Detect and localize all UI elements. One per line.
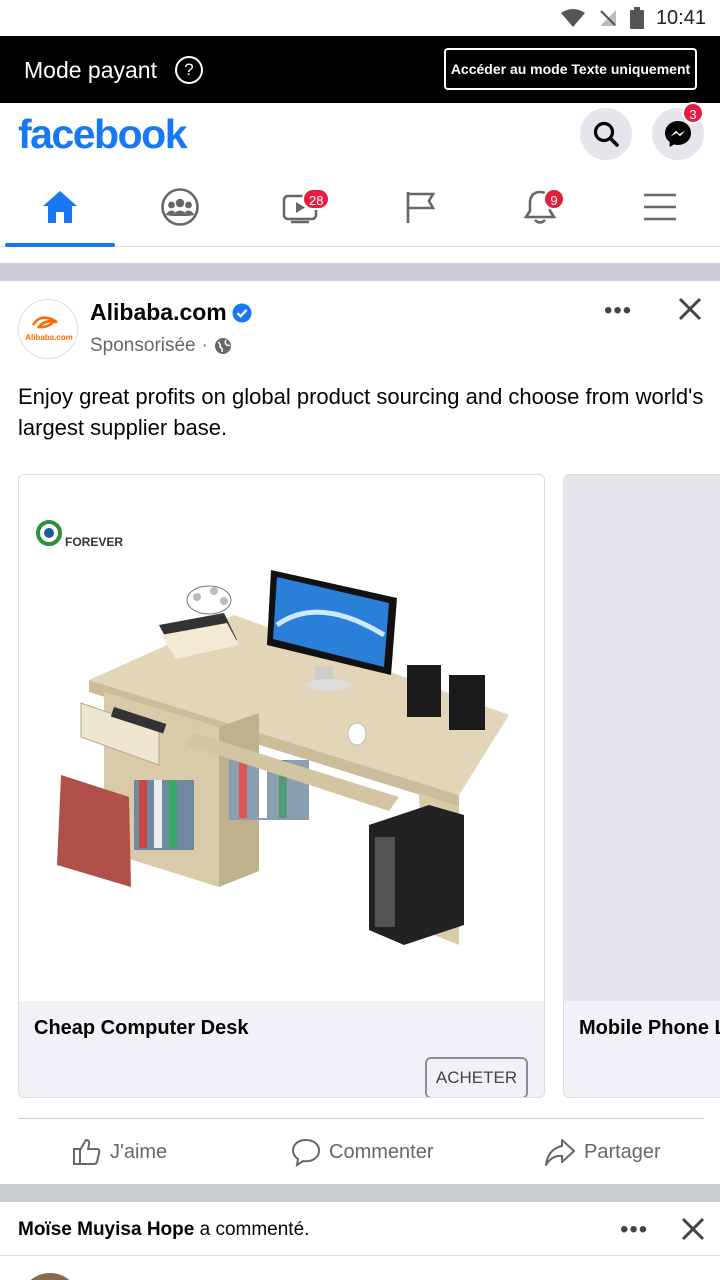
carousel-card[interactable]: FOREVER Cheap Computer Desk ACHETER bbox=[18, 474, 545, 1098]
active-tab-indicator bbox=[5, 243, 115, 247]
commenter-name[interactable]: Moïse Muyisa Hope bbox=[18, 1219, 194, 1240]
menu-icon bbox=[644, 193, 676, 221]
post-text: Enjoy great profits on global product so… bbox=[18, 384, 704, 440]
share-icon bbox=[545, 1139, 575, 1166]
activity-text: Moïse Muyisa Hope a commenté. bbox=[18, 1219, 309, 1241]
search-button[interactable] bbox=[580, 108, 632, 160]
messenger-icon bbox=[665, 121, 691, 147]
watch-badge: 28 bbox=[302, 188, 331, 210]
close-icon[interactable] bbox=[676, 295, 704, 323]
product-image[interactable] bbox=[564, 475, 720, 1001]
svg-text:FOREVER: FOREVER bbox=[65, 535, 123, 549]
carousel-card[interactable]: Mobile Phone L bbox=[563, 474, 720, 1098]
post-actions: J'aime Commenter Partager bbox=[18, 1118, 704, 1184]
buy-button[interactable]: ACHETER bbox=[425, 1057, 528, 1097]
flag-icon bbox=[406, 192, 436, 223]
card-footer: Cheap Computer Desk ACHETER bbox=[19, 1001, 544, 1097]
tab-pages[interactable] bbox=[360, 167, 480, 247]
like-button[interactable]: J'aime bbox=[72, 1137, 167, 1167]
comment-icon bbox=[291, 1138, 321, 1167]
tab-watch[interactable]: 28 bbox=[240, 167, 360, 247]
text-only-mode-button[interactable]: Accéder au mode Texte uniquement bbox=[444, 48, 697, 90]
comment-button[interactable]: Commenter bbox=[291, 1137, 433, 1167]
product-image[interactable]: FOREVER bbox=[19, 475, 544, 1001]
clock: 10:41 bbox=[655, 6, 706, 29]
battery-icon bbox=[629, 7, 644, 29]
groups-icon bbox=[161, 188, 199, 226]
verified-badge-icon bbox=[232, 303, 252, 323]
comment-label: Commenter bbox=[329, 1140, 434, 1163]
share-button[interactable]: Partager bbox=[544, 1137, 661, 1167]
search-icon bbox=[593, 121, 619, 147]
avatar[interactable] bbox=[20, 1273, 80, 1280]
feed-separator bbox=[0, 1184, 720, 1202]
card-footer: Mobile Phone L bbox=[564, 1001, 720, 1097]
paid-mode-label: Mode payant bbox=[24, 57, 157, 83]
product-title[interactable]: Cheap Computer Desk bbox=[34, 1017, 249, 1040]
help-icon[interactable]: ? bbox=[175, 56, 203, 84]
tab-home[interactable] bbox=[0, 167, 120, 247]
facebook-logo[interactable]: facebook bbox=[18, 111, 188, 158]
next-post-body bbox=[0, 1257, 720, 1280]
tab-groups[interactable] bbox=[120, 167, 240, 247]
messenger-badge: 3 bbox=[682, 102, 704, 124]
home-icon bbox=[43, 191, 77, 223]
next-post-header: Moïse Muyisa Hope a commenté. ••• bbox=[0, 1202, 720, 1256]
sponsored-label: Sponsorisée bbox=[90, 335, 196, 356]
product-title[interactable]: Mobile Phone L bbox=[579, 1017, 720, 1040]
tab-menu[interactable] bbox=[600, 167, 720, 247]
feed-separator bbox=[0, 263, 720, 281]
like-label: J'aime bbox=[110, 1140, 168, 1163]
close-icon[interactable] bbox=[680, 1216, 706, 1242]
computer-desk-image: FOREVER bbox=[36, 520, 509, 945]
post-header: Alibaba.com Alibaba.com Sponsorisée · ••… bbox=[0, 281, 720, 371]
more-options-button[interactable]: ••• bbox=[620, 1216, 648, 1244]
wifi-icon bbox=[560, 9, 585, 27]
meta-separator: · bbox=[201, 335, 208, 356]
svg-text:Alibaba.com: Alibaba.com bbox=[25, 333, 73, 342]
activity-action: a commenté. bbox=[199, 1219, 310, 1240]
main-nav: 28 9 bbox=[0, 167, 720, 247]
tab-notifications[interactable]: 9 bbox=[480, 167, 600, 247]
post-meta: Sponsorisée · bbox=[90, 335, 232, 357]
page-name[interactable]: Alibaba.com bbox=[90, 299, 227, 326]
app-header: facebook 3 bbox=[0, 102, 720, 167]
thumbs-up-icon bbox=[73, 1138, 101, 1165]
status-bar: 10:41 bbox=[0, 0, 720, 36]
page-avatar[interactable]: Alibaba.com bbox=[18, 299, 78, 359]
share-label: Partager bbox=[584, 1140, 661, 1163]
messenger-button[interactable]: 3 bbox=[652, 102, 704, 160]
more-options-button[interactable]: ••• bbox=[604, 297, 632, 325]
no-signal-icon bbox=[599, 10, 616, 26]
paid-mode-banner: Mode payant ? Accéder au mode Texte uniq… bbox=[0, 36, 720, 103]
alibaba-logo: Alibaba.com bbox=[25, 316, 73, 342]
notifications-badge: 9 bbox=[543, 188, 565, 210]
globe-icon bbox=[214, 338, 231, 354]
